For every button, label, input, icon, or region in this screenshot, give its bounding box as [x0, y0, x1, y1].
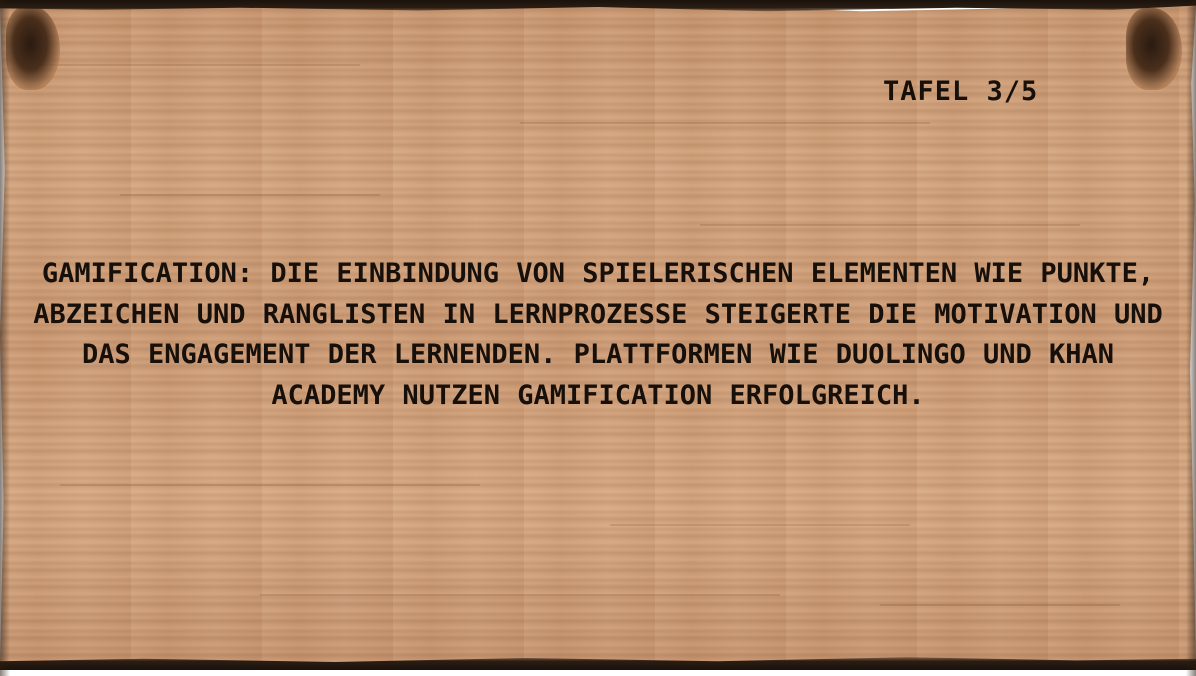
wood-grain	[120, 194, 380, 196]
wood-grain	[260, 594, 780, 596]
board-body-text: GAMIFICATION: DIE EINBINDUNG VON SPIELER…	[33, 258, 1163, 411]
wood-knot-icon	[1126, 8, 1182, 90]
page-indicator: TAFEL 3/5	[883, 76, 1039, 107]
wood-grain	[40, 64, 360, 66]
wood-grain	[700, 224, 1080, 226]
wood-grain	[60, 484, 480, 486]
wood-grain	[880, 604, 1120, 606]
wood-knot-icon	[6, 6, 60, 90]
wood-grain	[520, 122, 930, 124]
edge-shadow-left	[0, 0, 10, 676]
edge-shadow-right	[1186, 0, 1196, 676]
wood-grain	[610, 524, 910, 526]
wooden-board-slide: TAFEL 3/5 GAMIFICATION: DIE EINBINDUNG V…	[0, 0, 1196, 676]
